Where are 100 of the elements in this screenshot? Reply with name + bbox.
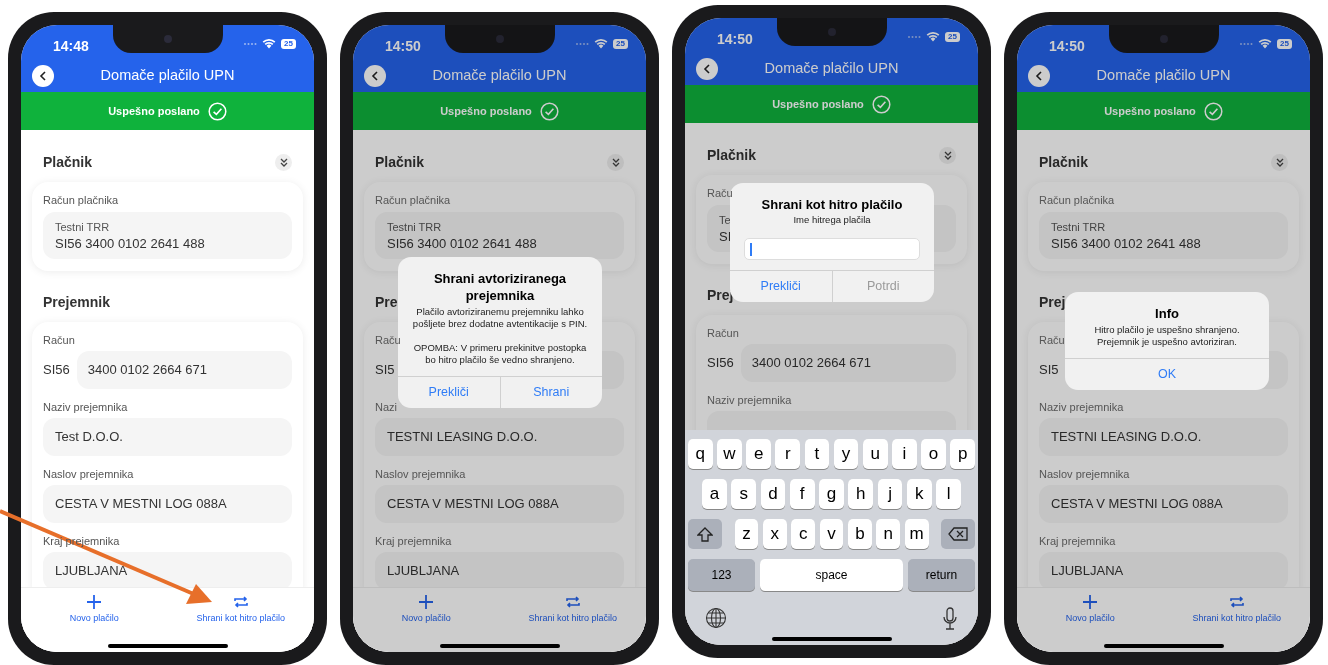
bottom-bar-button[interactable]: Novo plačilo xyxy=(353,594,500,652)
battery-level: 25 xyxy=(945,31,960,42)
banner-text: Uspešno poslano xyxy=(440,103,532,119)
keyboard-key[interactable]: r xyxy=(775,439,801,469)
space-key[interactable]: space xyxy=(760,559,903,591)
dialog-title: Info xyxy=(1155,305,1179,322)
keyboard-key[interactable]: y xyxy=(833,439,859,469)
banner-text: Uspešno poslano xyxy=(772,96,864,112)
double-chevron-icon xyxy=(943,150,952,160)
account-field[interactable]: 3400 0102 2664 671 xyxy=(740,344,956,382)
text-field[interactable]: LJUBLJANA xyxy=(1039,552,1288,590)
keyboard-key[interactable]: d xyxy=(760,479,786,509)
field-label: Naziv prejemnika xyxy=(43,400,128,415)
account-field[interactable]: 3400 0102 2664 671 xyxy=(76,351,292,389)
field-value: TESTNI LEASING D.O.O. xyxy=(387,428,538,447)
field-value: Test D.O.O. xyxy=(55,428,123,447)
backspace-key[interactable] xyxy=(941,519,975,549)
microphone-icon[interactable] xyxy=(942,607,958,631)
collapse-button[interactable] xyxy=(1271,153,1288,171)
account-field[interactable]: Testni TRR SI56 3400 0102 2641 488 xyxy=(1039,212,1288,259)
keyboard-key[interactable]: s xyxy=(731,479,757,509)
account-name: Testni TRR xyxy=(1051,219,1106,235)
field-label: Naslov prejemnika xyxy=(43,467,134,482)
collapse-button[interactable] xyxy=(607,153,624,171)
text-field[interactable]: CESTA V MESTNI LOG 088A xyxy=(43,485,292,523)
bottom-bar-button[interactable]: Novo plačilo xyxy=(21,594,168,652)
dialog-button[interactable]: Shrani xyxy=(499,377,602,408)
text-field[interactable]: CESTA V MESTNI LOG 088A xyxy=(1039,485,1288,523)
double-chevron-icon xyxy=(611,157,620,167)
text-field[interactable]: LJUBLJANA xyxy=(375,552,624,590)
bottom-bar-button[interactable]: Novo plačilo xyxy=(1017,594,1164,652)
keyboard-key[interactable]: u xyxy=(862,439,888,469)
field-value: CESTA V MESTNI LOG 088A xyxy=(387,495,559,514)
account-field[interactable]: Testni TRR SI56 3400 0102 2641 488 xyxy=(43,212,292,259)
shift-key[interactable] xyxy=(688,519,722,549)
name-input[interactable] xyxy=(744,238,920,260)
keyboard-key[interactable]: g xyxy=(819,479,844,509)
dialog-button[interactable]: Prekliči xyxy=(398,377,500,408)
dialog-button[interactable]: OK xyxy=(1065,359,1269,390)
keyboard-key[interactable]: v xyxy=(819,519,844,549)
keyboard-key[interactable]: o xyxy=(921,439,946,469)
status-time: 14:50 xyxy=(1049,37,1085,56)
keyboard-key[interactable]: k xyxy=(906,479,932,509)
keyboard-key[interactable]: return xyxy=(908,559,975,591)
swap-arrows-icon xyxy=(1228,594,1245,610)
keyboard-key[interactable]: 123 xyxy=(688,559,755,591)
text-field[interactable]: TESTNI LEASING D.O.O. xyxy=(1039,418,1288,456)
keyboard-key[interactable]: m xyxy=(904,519,929,549)
field-label: Račun xyxy=(707,326,739,341)
collapse-button[interactable] xyxy=(939,146,956,164)
field-value: CESTA V MESTNI LOG 088A xyxy=(1051,495,1223,514)
bottom-bar-button[interactable]: Shrani kot hitro plačilo xyxy=(1163,594,1310,652)
status-time: 14:48 xyxy=(53,37,89,56)
keyboard-key[interactable]: p xyxy=(950,439,976,469)
field-label: Naslov prejemnika xyxy=(1039,467,1130,482)
keyboard-key[interactable]: i xyxy=(892,439,917,469)
bottom-bar-button[interactable]: Shrani kot hitro plačilo xyxy=(499,594,646,652)
keyboard-key[interactable]: q xyxy=(688,439,713,469)
text-field[interactable]: CESTA V MESTNI LOG 088A xyxy=(375,485,624,523)
camera-icon xyxy=(163,34,173,44)
back-button[interactable] xyxy=(1028,65,1050,87)
screen-title: Domače plačilo UPN xyxy=(432,66,567,86)
bottom-bar-button[interactable]: Shrani kot hitro plačilo xyxy=(167,594,314,652)
text-field[interactable]: Test D.O.O. xyxy=(43,418,292,456)
banner-text: Uspešno poslano xyxy=(108,103,200,119)
keyboard-key[interactable]: b xyxy=(847,519,872,549)
keyboard-key[interactable]: w xyxy=(717,439,742,469)
signal-icon xyxy=(575,41,590,46)
camera-icon xyxy=(1159,34,1169,44)
keyboard-key[interactable]: j xyxy=(877,479,903,509)
account-name: Te xyxy=(719,212,731,228)
keyboard-key[interactable]: l xyxy=(936,479,962,509)
dialog-message: Ime hitrega plačila xyxy=(793,214,871,226)
field-value: LJUBLJANA xyxy=(55,562,128,581)
text-field[interactable]: TESTNI LEASING D.O.O. xyxy=(375,418,624,456)
keyboard-key[interactable]: f xyxy=(789,479,815,509)
keyboard-key[interactable]: c xyxy=(791,519,816,549)
back-button[interactable] xyxy=(32,65,54,87)
collapse-button[interactable] xyxy=(275,153,292,171)
keyboard-key[interactable]: a xyxy=(702,479,727,509)
keyboard-key[interactable]: h xyxy=(848,479,874,509)
camera-icon xyxy=(827,27,837,37)
plus-icon xyxy=(86,594,103,610)
account-field[interactable]: Testni TRR SI56 3400 0102 2641 488 xyxy=(375,212,624,259)
text-field[interactable]: LJUBLJANA xyxy=(43,552,292,590)
wifi-icon xyxy=(926,31,941,42)
screen-title: Domače plačilo UPN xyxy=(100,66,235,86)
globe-icon[interactable] xyxy=(705,607,727,629)
keyboard-key[interactable]: e xyxy=(746,439,771,469)
section-title: Plačnik xyxy=(707,145,757,165)
country-prefix: SI56 xyxy=(707,354,734,373)
keyboard-key[interactable]: z xyxy=(734,519,759,549)
keyboard-key[interactable]: x xyxy=(762,519,787,549)
keyboard-key[interactable]: t xyxy=(804,439,830,469)
back-button[interactable] xyxy=(364,65,386,87)
section-title: Pre xyxy=(375,292,398,312)
keyboard-key[interactable]: n xyxy=(876,519,901,549)
signal-icon xyxy=(1239,41,1254,46)
swap-arrows-icon xyxy=(564,594,581,610)
back-button[interactable] xyxy=(696,58,718,80)
